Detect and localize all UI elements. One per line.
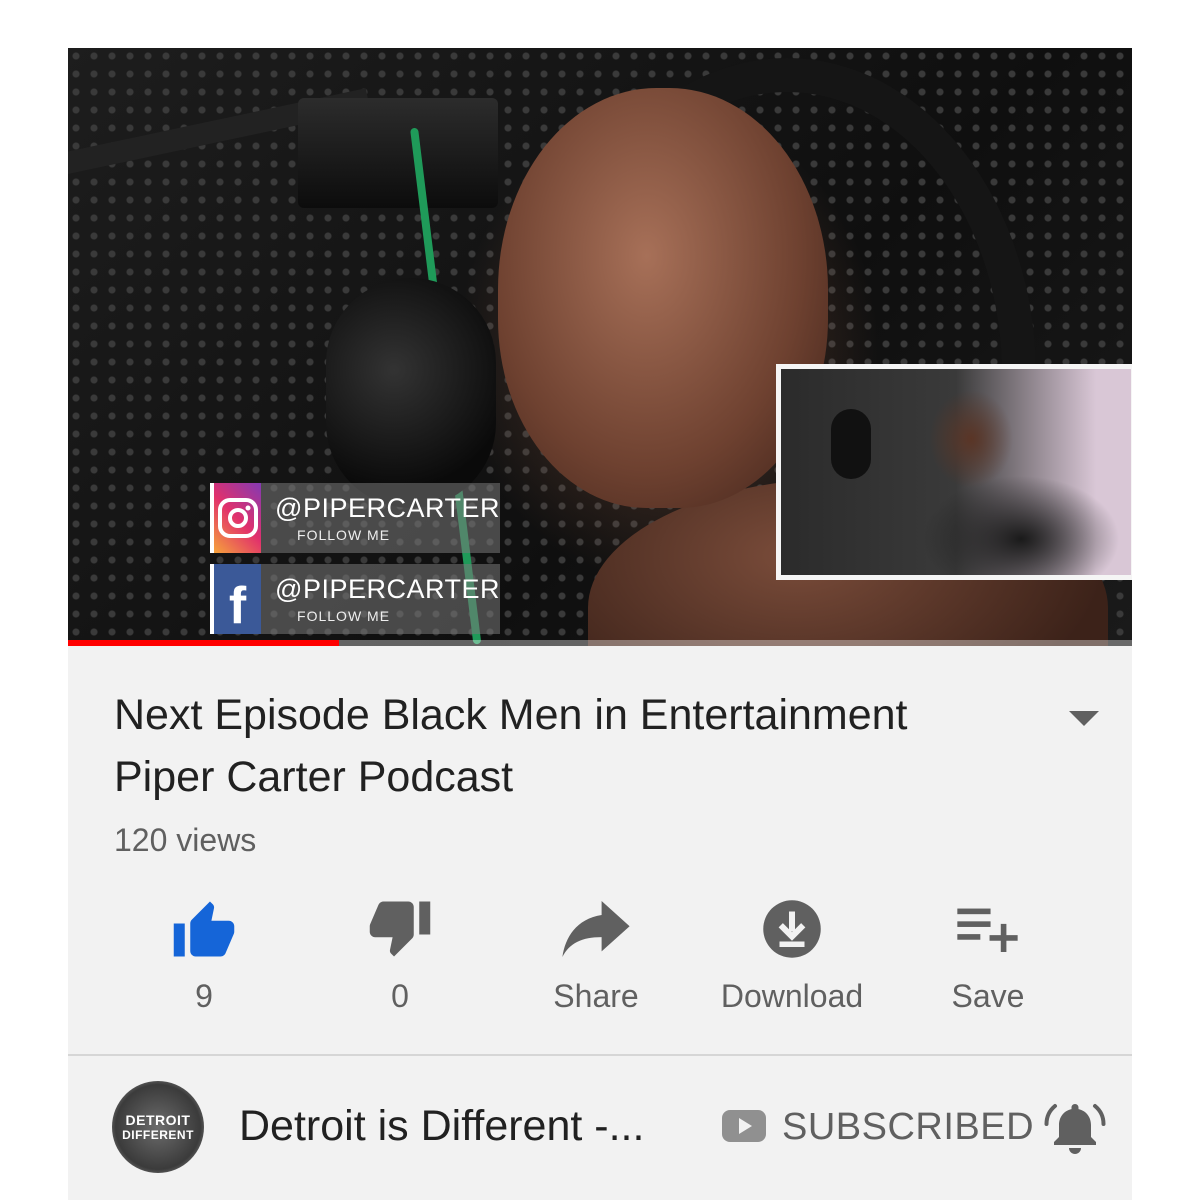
facebook-handle: @PIPERCARTER xyxy=(275,573,500,604)
playlist-add-icon xyxy=(957,908,1018,952)
instagram-overlay: @PIPERCARTER FOLLOW ME xyxy=(210,483,500,553)
video-progress-bar[interactable] xyxy=(68,640,1132,646)
facebook-icon: f xyxy=(210,564,262,635)
avatar-text-2: DIFFERENT xyxy=(122,1128,194,1142)
video-title-line-2: Piper Carter Podcast xyxy=(114,753,514,801)
video-progress-fill xyxy=(68,640,340,646)
like-count: 9 xyxy=(195,978,213,1014)
instagram-icon xyxy=(210,483,262,553)
channel-name[interactable]: Detroit is Different -... xyxy=(239,1102,669,1151)
instagram-follow-text: FOLLOW ME xyxy=(297,526,391,543)
guest-inset-video xyxy=(776,364,1132,580)
channel-avatar[interactable]: DETROIT DIFFERENT xyxy=(112,1081,204,1173)
chevron-down-icon xyxy=(1069,711,1099,726)
facebook-overlay: f @PIPERCARTER FOLLOW ME xyxy=(210,564,500,634)
download-button[interactable]: Download xyxy=(694,896,890,1026)
video-title: Next Episode Black Men in Entertainment … xyxy=(114,684,1014,808)
dislike-button[interactable]: 0 xyxy=(302,896,498,1026)
section-divider xyxy=(68,1054,1132,1056)
action-bar: 9 0 Share Download Save xyxy=(106,896,1096,1026)
like-button[interactable]: 9 xyxy=(106,896,302,1026)
view-count: 120 views xyxy=(114,822,257,858)
download-icon xyxy=(763,900,821,958)
thumbs-down-icon xyxy=(369,901,431,957)
youtube-play-icon xyxy=(722,1110,766,1142)
thumbs-up-icon xyxy=(173,901,235,957)
share-arrow-icon xyxy=(562,901,630,957)
subscribed-label[interactable]: SUBSCRIBED xyxy=(782,1106,1034,1149)
dislike-count: 0 xyxy=(391,978,409,1014)
microphone xyxy=(326,278,496,508)
microphone-body xyxy=(298,98,498,208)
facebook-follow-text: FOLLOW ME xyxy=(297,607,391,624)
bell-ringing-icon xyxy=(1044,1104,1106,1154)
download-label: Download xyxy=(720,978,864,1014)
subscribe-button[interactable] xyxy=(722,1110,766,1147)
save-label: Save xyxy=(951,978,1025,1014)
share-label: Share xyxy=(553,978,639,1014)
avatar-text-1: DETROIT xyxy=(125,1112,191,1128)
guest-microphone xyxy=(831,409,871,479)
video-player[interactable]: @PIPERCARTER FOLLOW ME f @PIPERCARTER FO… xyxy=(68,48,1132,646)
share-button[interactable]: Share xyxy=(498,896,694,1026)
notification-bell-button[interactable] xyxy=(1044,1098,1106,1161)
video-title-line-1: Next Episode Black Men in Entertainment xyxy=(114,691,908,739)
video-card: @PIPERCARTER FOLLOW ME f @PIPERCARTER FO… xyxy=(68,48,1132,1200)
save-button[interactable]: Save xyxy=(890,896,1086,1026)
facebook-letter: f xyxy=(228,577,247,635)
expand-description-button[interactable] xyxy=(1068,703,1100,735)
instagram-handle: @PIPERCARTER xyxy=(275,492,500,523)
